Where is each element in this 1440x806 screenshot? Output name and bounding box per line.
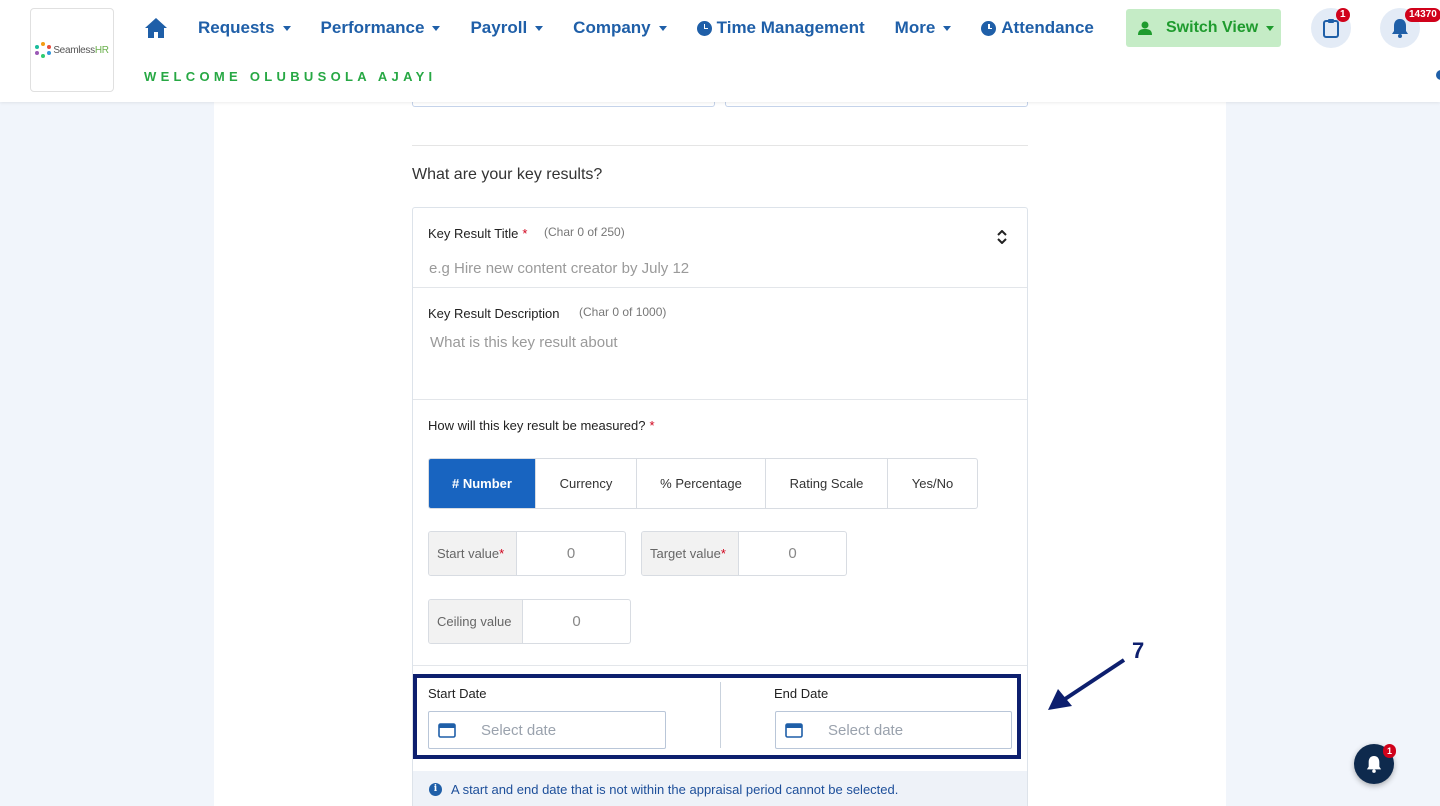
clipboard-icon: [1323, 19, 1339, 38]
key-result-title-input[interactable]: e.g Hire new content creator by July 12: [429, 260, 689, 277]
floating-notification-button[interactable]: 1: [1354, 744, 1397, 784]
company-logo[interactable]: SeamlessHR: [30, 8, 114, 92]
date-info-notice: i A start and end date that is not withi…: [413, 771, 1027, 806]
logo-mark-icon: [35, 42, 52, 58]
collapse-icon[interactable]: [997, 230, 1007, 244]
start-value-label: Start value *: [429, 532, 517, 575]
ceiling-value-group: Ceiling value 0: [428, 599, 631, 644]
measure-option-yes-no[interactable]: Yes/No: [888, 459, 977, 508]
ceiling-value-label: Ceiling value: [429, 600, 523, 643]
logo-text: SeamlessHR: [53, 44, 109, 56]
key-result-description-label: Key Result Description: [428, 306, 560, 321]
nav-payroll[interactable]: Payroll: [470, 18, 544, 38]
ceiling-value-input[interactable]: 0: [523, 600, 630, 643]
measure-option-percentage[interactable]: % Percentage: [637, 459, 766, 508]
measure-option-number[interactable]: # Number: [429, 459, 536, 508]
target-value-input[interactable]: 0: [739, 532, 846, 575]
section-divider: [412, 145, 1028, 146]
title-char-count: (Char 0 of 250): [544, 225, 625, 239]
nav-company[interactable]: Company: [573, 18, 667, 38]
date-info-text: A start and end date that is not within …: [451, 781, 899, 797]
nav-requests[interactable]: Requests: [198, 18, 291, 38]
chevron-down-icon: [535, 25, 544, 31]
notifications-badge: 14370: [1405, 8, 1440, 22]
nav-attendance[interactable]: Attendance: [981, 18, 1094, 38]
floating-badge: 1: [1383, 744, 1397, 758]
main-nav: Requests Performance Payroll Company Tim…: [144, 14, 1124, 42]
measure-option-currency[interactable]: Currency: [536, 459, 637, 508]
target-value-label: Target value *: [642, 532, 739, 575]
measure-type-selector: # Number Currency % Percentage Rating Sc…: [428, 458, 978, 509]
clipboard-badge: 1: [1336, 8, 1350, 22]
overflow-indicator-icon: [1436, 70, 1440, 80]
key-result-description-section: Key Result Description (Char 0 of 1000) …: [413, 288, 1027, 400]
user-icon: [1138, 21, 1152, 35]
previous-input-right[interactable]: [725, 102, 1028, 107]
step-arrow-icon: [1048, 658, 1126, 710]
target-value-group: Target value * 0: [641, 531, 847, 576]
clipboard-button[interactable]: 1: [1311, 8, 1351, 48]
measure-option-rating-scale[interactable]: Rating Scale: [766, 459, 888, 508]
step-highlight-box: [413, 674, 1021, 759]
clock-icon: [981, 20, 997, 36]
chevron-down-icon: [1266, 25, 1275, 31]
home-icon[interactable]: [144, 16, 168, 40]
chevron-down-icon: [432, 25, 441, 31]
measure-label: How will this key result be measured? *: [428, 418, 655, 433]
nav-more[interactable]: More: [895, 18, 952, 38]
notifications-button[interactable]: 14370: [1380, 8, 1440, 48]
previous-input-left[interactable]: [412, 102, 715, 107]
chevron-down-icon: [658, 25, 667, 31]
description-char-count: (Char 0 of 1000): [579, 305, 667, 319]
nav-performance[interactable]: Performance: [321, 18, 441, 38]
bell-icon: [1392, 19, 1408, 38]
key-result-title-section: Key Result Title * (Char 0 of 250) e.g Hi…: [413, 208, 1027, 288]
welcome-message: WELCOME OLUBUSOLA AJAYI: [144, 69, 437, 84]
bell-icon: [1366, 756, 1382, 773]
chevron-down-icon: [282, 25, 291, 31]
nav-time-management[interactable]: Time Management: [696, 18, 865, 38]
info-icon: i: [429, 782, 442, 796]
start-value-group: Start value * 0: [428, 531, 626, 576]
key-result-description-input[interactable]: What is this key result about: [430, 334, 618, 351]
key-result-title-label: Key Result Title *: [428, 226, 528, 241]
top-navbar: SeamlessHR Requests Performance Payroll …: [0, 0, 1440, 102]
chevron-down-icon: [943, 25, 952, 31]
switch-view-button[interactable]: Switch View: [1126, 9, 1281, 47]
measure-section: How will this key result be measured? * #…: [413, 400, 1027, 666]
clock-icon: [696, 20, 712, 36]
step-number: 7: [1132, 638, 1145, 663]
start-value-input[interactable]: 0: [517, 532, 625, 575]
key-results-heading: What are your key results?: [412, 166, 603, 183]
